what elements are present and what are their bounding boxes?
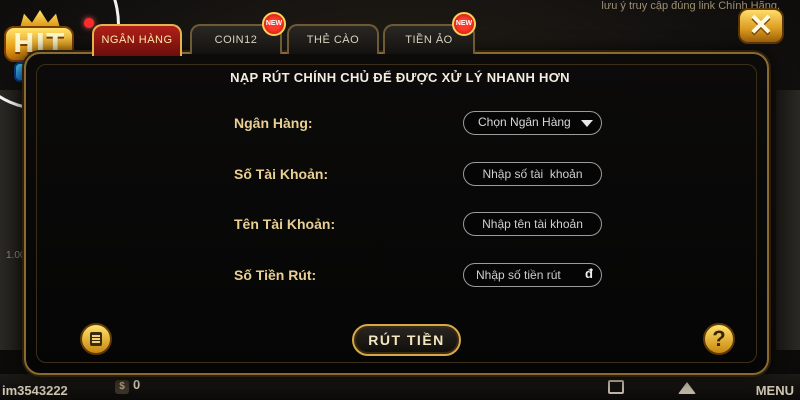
chevron-down-icon [581,120,593,127]
bank-select-value: Chọn Ngân Hàng [478,115,571,129]
amount-label: Số Tiền Rút: [234,267,317,283]
bank-label: Ngân Hàng: [234,115,313,131]
background-left-number: 1.00 [6,250,26,261]
history-button[interactable] [80,323,112,355]
coin-icon: $ [115,380,129,394]
menu-button[interactable]: MENU [756,383,794,398]
close-icon: ✕ [748,9,774,42]
amount-input[interactable] [463,263,602,287]
history-list-icon [90,332,102,346]
notification-dot [84,18,94,28]
help-button[interactable]: ? [703,323,735,355]
account-name-input[interactable] [463,212,602,236]
account-number-input[interactable] [463,162,602,186]
bank-select[interactable]: Chọn Ngân Hàng [463,111,602,135]
account-number-label: Số Tài Khoản: [234,166,329,182]
new-badge: NEW [262,12,286,36]
question-icon: ? [712,326,726,351]
dialog-heading: NẠP RÚT CHÍNH CHỦ ĐỂ ĐƯỢC XỬ LÝ NHANH HƠ… [230,70,570,85]
background-right-panel [776,90,800,350]
tab-bank[interactable]: NGÂN HÀNG [92,24,182,56]
account-name-label: Tên Tài Khoản: [234,216,336,232]
close-button[interactable]: ✕ [738,8,784,44]
dialog-inner-frame [36,64,757,363]
balance: $0 [115,377,140,394]
new-badge: NEW [452,12,476,36]
currency-symbol: đ [585,266,593,281]
mail-icon[interactable] [678,382,696,394]
username: im3543222 [2,383,68,398]
balance-value: 0 [133,377,141,392]
tab-card[interactable]: THẺ CÀO [287,24,379,54]
withdraw-button[interactable]: RÚT TIỀN [352,324,461,356]
chat-icon[interactable] [608,380,624,394]
